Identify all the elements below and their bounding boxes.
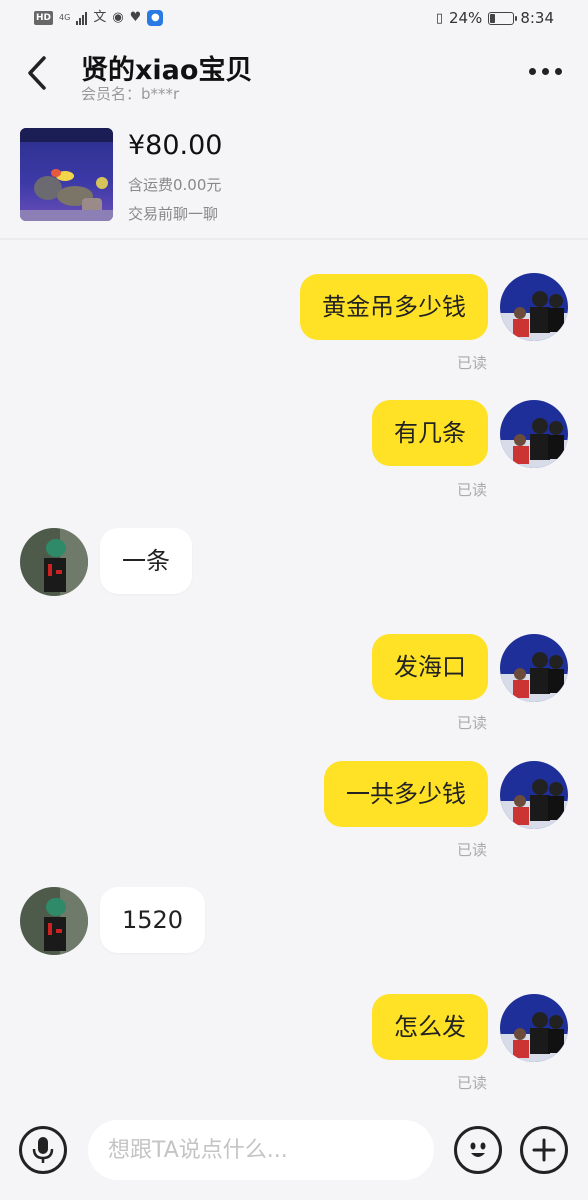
translate-icon: 文 xyxy=(93,10,107,25)
emoji-button[interactable] xyxy=(454,1126,502,1174)
status-right: ▯ 24% 8:34 xyxy=(436,9,554,27)
plus-icon xyxy=(532,1138,556,1162)
app-notification-icon: ● xyxy=(147,10,164,26)
message-bubble-sent[interactable]: 有几条 xyxy=(372,400,488,466)
heart-icon: ♥ xyxy=(129,10,142,25)
contact-avatar[interactable] xyxy=(20,887,88,955)
message-bubble-sent[interactable]: 一共多少钱 xyxy=(324,761,488,827)
voice-button[interactable] xyxy=(19,1126,67,1174)
status-left: HD 4G 文 ◉ ♥ ● xyxy=(34,10,164,26)
read-receipt: 已读 xyxy=(456,714,487,732)
read-receipt: 已读 xyxy=(456,481,487,499)
message-bubble-received[interactable]: 一条 xyxy=(100,528,192,594)
my-avatar[interactable] xyxy=(500,761,568,829)
my-avatar[interactable] xyxy=(500,273,568,341)
message-bubble-received[interactable]: 1520 xyxy=(100,887,206,953)
battery-percent: 24% xyxy=(448,9,483,27)
product-image[interactable] xyxy=(20,128,113,221)
shipping-info: 含运费0.00元 xyxy=(128,176,222,194)
my-avatar[interactable] xyxy=(500,400,568,468)
microphone-icon xyxy=(32,1137,54,1163)
message-input[interactable] xyxy=(88,1120,434,1180)
battery-icon xyxy=(488,11,518,25)
contact-name: 贤的xiao宝贝 xyxy=(81,55,253,86)
emoji-icon xyxy=(470,1142,486,1157)
input-bar xyxy=(0,1108,588,1200)
plus-button[interactable] xyxy=(520,1126,568,1174)
chevron-left-icon xyxy=(28,56,46,90)
clock: 8:34 xyxy=(520,9,554,27)
message-bubble-sent[interactable]: 怎么发 xyxy=(372,994,488,1060)
chat-header: 贤的xiao宝贝 会员名：b***r xyxy=(0,38,588,106)
status-bar: HD 4G 文 ◉ ♥ ● ▯ 24% 8:34 xyxy=(0,0,588,38)
message-bubble-sent[interactable]: 黄金吊多少钱 xyxy=(300,274,488,340)
product-card[interactable]: ¥80.00 含运费0.00元 交易前聊一聊 xyxy=(0,106,588,240)
contact-avatar[interactable] xyxy=(20,528,88,596)
chat-first-label: 交易前聊一聊 xyxy=(128,205,219,223)
my-avatar[interactable] xyxy=(500,994,568,1062)
network-label: 4G xyxy=(59,13,71,22)
more-dots-icon xyxy=(529,68,536,75)
message-list[interactable]: 黄金吊多少钱 已读 有几条 已读 一条 发海口 已读 一共多少钱 已读 1520… xyxy=(0,242,588,1108)
back-button[interactable] xyxy=(22,54,52,92)
hd-badge: HD xyxy=(34,11,54,25)
message-bubble-sent[interactable]: 发海口 xyxy=(372,634,488,700)
my-avatar[interactable] xyxy=(500,634,568,702)
globe-icon: ◉ xyxy=(112,10,124,25)
read-receipt: 已读 xyxy=(456,841,487,859)
signal-icon xyxy=(76,11,88,25)
product-price: ¥80.00 xyxy=(128,130,223,161)
more-button[interactable] xyxy=(529,68,562,75)
member-name: 会员名：b***r xyxy=(81,85,180,103)
vibrate-icon: ▯ xyxy=(435,10,443,26)
read-receipt: 已读 xyxy=(456,354,487,372)
read-receipt: 已读 xyxy=(456,1074,487,1092)
